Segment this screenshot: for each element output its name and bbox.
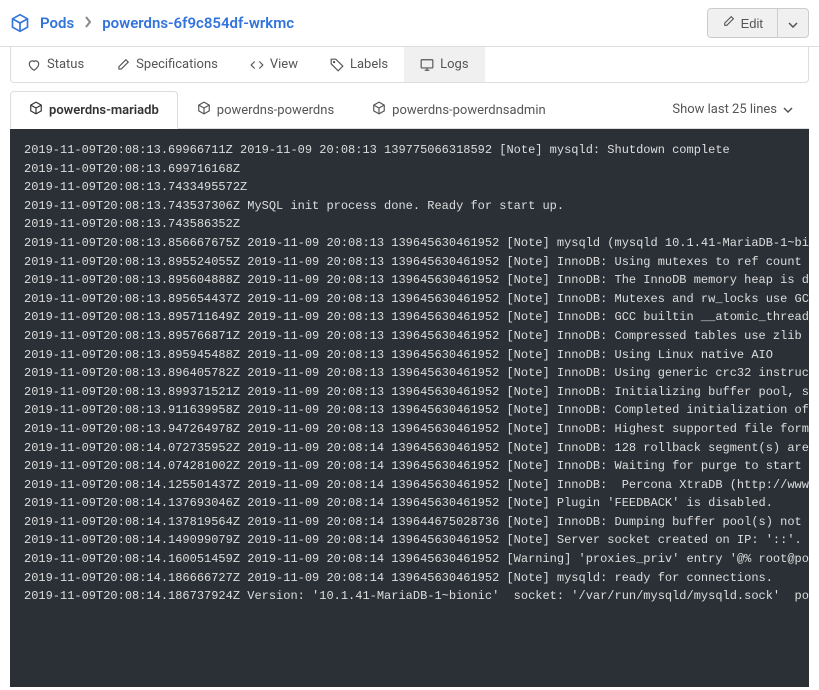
edit-button-label: Edit [741,16,763,31]
log-line: 2019-11-09T20:08:13.69966711Z 2019-11-09… [24,141,795,160]
monitor-icon [420,58,434,72]
log-line: 2019-11-09T20:08:14.072735952Z 2019-11-0… [24,439,795,458]
log-line: 2019-11-09T20:08:13.7433495572Z [24,178,795,197]
container-cube-icon [29,101,43,119]
header: Pods powerdns-6f9c854df-wrkmc Edit [0,0,819,47]
tab-specifications[interactable]: Specifications [100,47,234,82]
breadcrumb: Pods powerdns-6f9c854df-wrkmc [10,13,294,33]
log-line: 2019-11-09T20:08:13.743586352Z [24,215,795,234]
log-tab-mariadb[interactable]: powerdns-mariadb [10,91,178,129]
pencil-icon [722,15,735,31]
lines-selector[interactable]: Show last 25 lines [672,102,809,117]
tab-labels[interactable]: Labels [314,47,404,82]
breadcrumb-current[interactable]: powerdns-6f9c854df-wrkmc [102,14,294,32]
code-icon [250,58,264,72]
log-line: 2019-11-09T20:08:13.895524055Z 2019-11-0… [24,253,795,272]
resource-cube-icon [10,13,30,33]
lines-selector-label: Show last 25 lines [672,102,777,117]
log-line: 2019-11-09T20:08:13.856667675Z 2019-11-0… [24,234,795,253]
tab-label: Status [47,57,84,72]
log-line: 2019-11-09T20:08:13.895711649Z 2019-11-0… [24,308,795,327]
tab-status[interactable]: Status [11,47,100,82]
heart-icon [27,58,41,72]
container-cube-icon [197,101,211,119]
logs-panel: powerdns-mariadb powerdns-powerdns power… [10,91,809,687]
edit-button-group: Edit [707,8,809,38]
tab-view[interactable]: View [234,47,314,82]
tab-label: Labels [350,57,388,72]
log-line: 2019-11-09T20:08:13.895945488Z 2019-11-0… [24,346,795,365]
log-line: 2019-11-09T20:08:14.137819564Z 2019-11-0… [24,513,795,532]
log-line: 2019-11-09T20:08:14.186666727Z 2019-11-0… [24,569,795,588]
tab-logs[interactable]: Logs [404,47,484,82]
pencil-icon [116,58,130,72]
log-line: 2019-11-09T20:08:13.911639958Z 2019-11-0… [24,401,795,420]
edit-button[interactable]: Edit [707,8,778,38]
tab-label: View [270,57,298,72]
log-line: 2019-11-09T20:08:13.895766871Z 2019-11-0… [24,327,795,346]
log-line: 2019-11-09T20:08:13.743537306Z MySQL ini… [24,197,795,216]
log-tabs-row: powerdns-mariadb powerdns-powerdns power… [10,91,809,129]
log-line: 2019-11-09T20:08:14.149099079Z 2019-11-0… [24,531,795,550]
log-line: 2019-11-09T20:08:13.895654437Z 2019-11-0… [24,290,795,309]
log-line: 2019-11-09T20:08:14.125501437Z 2019-11-0… [24,476,795,495]
log-output[interactable]: 2019-11-09T20:08:13.69966711Z 2019-11-09… [10,129,809,687]
log-tab-powerdns[interactable]: powerdns-powerdns [178,91,353,129]
tab-label: Specifications [136,57,218,72]
chevron-right-icon [84,14,92,32]
tag-icon [330,58,344,72]
log-line: 2019-11-09T20:08:14.186737924Z Version: … [24,587,795,606]
tab-label: Logs [440,57,468,72]
chevron-down-icon [788,16,798,31]
log-line: 2019-11-09T20:08:13.896405782Z 2019-11-0… [24,364,795,383]
log-tab-powerdnsadmin[interactable]: powerdns-powerdnsadmin [353,91,565,129]
log-line: 2019-11-09T20:08:13.947264978Z 2019-11-0… [24,420,795,439]
log-tab-label: powerdns-powerdnsadmin [392,103,546,118]
chevron-down-icon [783,102,793,117]
container-cube-icon [372,101,386,119]
log-line: 2019-11-09T20:08:13.699716168Z [24,160,795,179]
edit-dropdown-button[interactable] [778,8,809,38]
tabs-bar: Status Specifications View Labels Logs [10,47,809,83]
log-line: 2019-11-09T20:08:13.895604888Z 2019-11-0… [24,271,795,290]
log-line: 2019-11-09T20:08:13.899371521Z 2019-11-0… [24,383,795,402]
log-tab-label: powerdns-mariadb [49,103,159,118]
log-container-tabs: powerdns-mariadb powerdns-powerdns power… [10,91,565,128]
breadcrumb-parent[interactable]: Pods [40,14,74,32]
log-line: 2019-11-09T20:08:14.137693046Z 2019-11-0… [24,494,795,513]
log-line: 2019-11-09T20:08:14.074281002Z 2019-11-0… [24,457,795,476]
log-tab-label: powerdns-powerdns [217,103,334,118]
log-line: 2019-11-09T20:08:14.160051459Z 2019-11-0… [24,550,795,569]
